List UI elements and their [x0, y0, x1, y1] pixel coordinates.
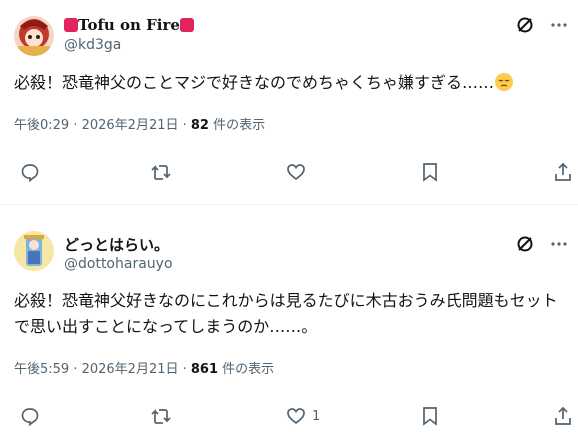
share-button[interactable]	[554, 162, 572, 182]
reply-button[interactable]	[20, 162, 40, 182]
retweet-button[interactable]	[150, 406, 172, 426]
share-button[interactable]	[554, 406, 572, 426]
header-icons	[516, 16, 568, 34]
tweet-1: Tofu on Fire @kd3ga 必殺！恐竜神父のことマジで好きなのでめち…	[0, 0, 578, 204]
tweet-text: 必殺！恐竜神父のことマジで好きなのでめちゃくちゃ嫌すぎる……	[14, 70, 569, 96]
like-icon	[287, 408, 305, 425]
tweet-2: どっとはらい。 @dottoharauyo 必殺！恐竜神父好きなのにこれからは見…	[0, 205, 578, 437]
pensive-emoji-icon	[495, 73, 514, 91]
retweet-icon	[151, 164, 171, 180]
share-icon	[555, 162, 571, 181]
display-name[interactable]: どっとはらい。	[64, 234, 169, 255]
share-icon	[555, 406, 571, 425]
bookmark-button[interactable]	[421, 406, 439, 426]
fire-badge-icon	[179, 18, 194, 32]
tweet-meta: 午後0:29 · 2026年2月21日 · 82 件の表示	[14, 118, 266, 133]
action-bar	[0, 162, 578, 186]
handle[interactable]: @kd3ga	[64, 37, 121, 53]
like-button[interactable]	[286, 162, 312, 182]
bookmark-icon	[423, 163, 437, 182]
grok-icon[interactable]	[516, 16, 534, 34]
tweet-meta: 午後5:59 · 2026年2月21日 · 861 件の表示	[14, 362, 275, 377]
more-icon[interactable]	[550, 16, 568, 34]
retweet-button[interactable]	[150, 162, 172, 182]
avatar-dottoharauyo[interactable]	[14, 231, 54, 271]
fire-badge-icon	[64, 18, 78, 32]
reply-icon	[21, 164, 39, 182]
tweet-text: 必殺！恐竜神父好きなのにこれからは見るたびに木古おうみ氏問題もセットで思い出すこ…	[14, 291, 558, 336]
grok-icon[interactable]	[516, 235, 534, 253]
retweet-icon	[151, 408, 171, 424]
like-button[interactable]: 1	[286, 406, 320, 426]
like-icon	[287, 164, 305, 181]
bookmark-button[interactable]	[421, 162, 439, 182]
handle[interactable]: @dottoharauyo	[64, 256, 173, 272]
reply-button[interactable]	[20, 406, 40, 426]
header-icons	[516, 235, 568, 253]
bookmark-icon	[423, 407, 437, 426]
avatar-tofu-on-fire[interactable]	[14, 16, 54, 56]
display-name[interactable]: Tofu on Fire	[64, 16, 194, 34]
action-bar: 1	[0, 406, 578, 430]
reply-icon	[21, 408, 39, 426]
like-count: 1	[312, 408, 321, 424]
more-icon[interactable]	[550, 235, 568, 253]
